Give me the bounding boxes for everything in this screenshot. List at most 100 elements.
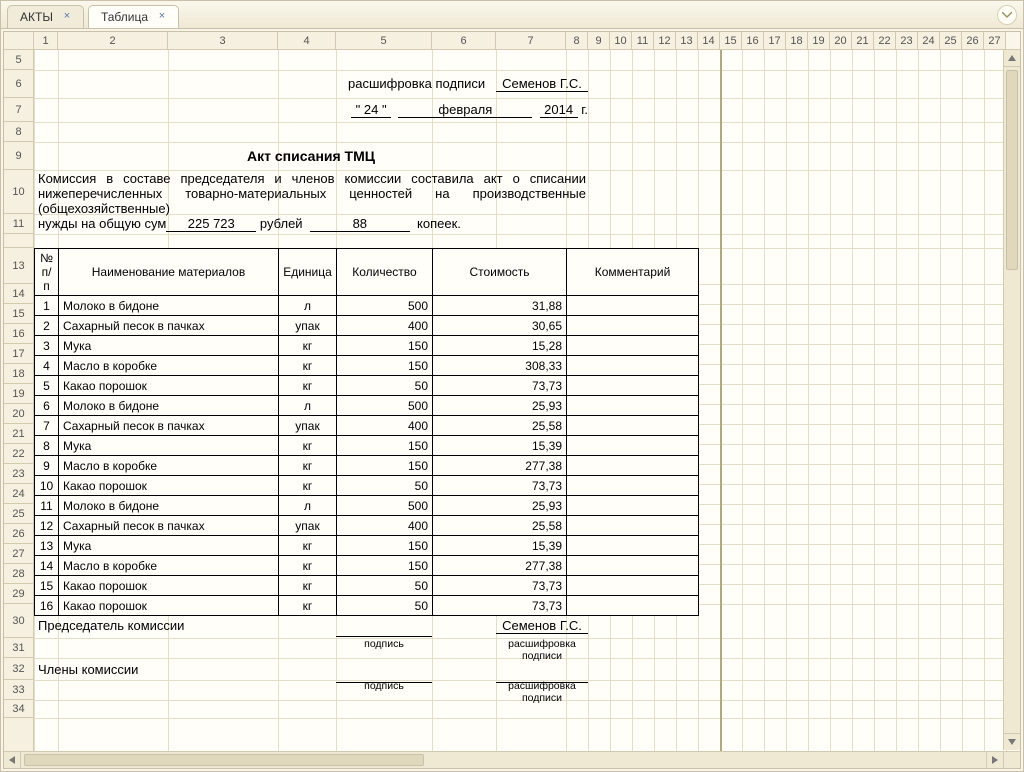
column-header[interactable]: 15 [720, 32, 742, 49]
close-icon[interactable]: × [61, 11, 73, 23]
column-header[interactable]: 16 [742, 32, 764, 49]
column-header[interactable]: 2 [58, 32, 168, 49]
column-header[interactable]: 19 [808, 32, 830, 49]
row-header[interactable]: 27 [4, 544, 33, 564]
column-header[interactable]: 5 [336, 32, 432, 49]
row-header[interactable]: 30 [4, 604, 33, 638]
row-header[interactable] [4, 234, 33, 248]
table-row[interactable]: 2Сахарный песок в пачкахупак40030,65 [35, 316, 699, 336]
row-header[interactable]: 29 [4, 584, 33, 604]
column-header[interactable]: 13 [676, 32, 698, 49]
column-header[interactable]: 27 [984, 32, 1006, 49]
table-row[interactable]: 6Молоко в бидонел50025,93 [35, 396, 699, 416]
cells-area[interactable]: расшифровка подписи Семенов Г.С." 24 " ф… [34, 50, 1020, 768]
table-row[interactable]: 10Какао порошоккг5073,73 [35, 476, 699, 496]
table-row[interactable]: 1Молоко в бидонел50031,88 [35, 296, 699, 316]
row-header[interactable]: 18 [4, 364, 33, 384]
table-row[interactable]: 7Сахарный песок в пачкахупак40025,58 [35, 416, 699, 436]
corner-cell[interactable] [4, 32, 34, 49]
column-header[interactable]: 1 [34, 32, 58, 49]
row-header[interactable]: 24 [4, 484, 33, 504]
table-row[interactable]: 16Какао порошоккг5073,73 [35, 596, 699, 616]
table-row[interactable]: 15Какао порошоккг5073,73 [35, 576, 699, 596]
vertical-scroll-thumb[interactable] [1006, 70, 1018, 270]
column-header[interactable]: 7 [496, 32, 566, 49]
column-header[interactable]: 11 [632, 32, 654, 49]
column-header[interactable]: 22 [874, 32, 896, 49]
column-header[interactable]: 9 [588, 32, 610, 49]
cell-qty: 150 [337, 356, 433, 376]
column-header[interactable]: 6 [432, 32, 496, 49]
scroll-right-button[interactable] [986, 752, 1003, 768]
dropdown-menu-button[interactable] [997, 5, 1017, 25]
cell-unit: кг [279, 576, 337, 596]
row-header[interactable]: 31 [4, 638, 33, 658]
column-header[interactable]: 12 [654, 32, 676, 49]
row-header[interactable]: 21 [4, 424, 33, 444]
row-header[interactable]: 10 [4, 170, 33, 214]
scroll-up-button[interactable] [1004, 50, 1020, 67]
row-header[interactable]: 16 [4, 324, 33, 344]
row-header[interactable]: 11 [4, 214, 33, 234]
close-icon[interactable]: × [156, 11, 168, 23]
column-header[interactable]: 3 [168, 32, 278, 49]
column-header[interactable]: 23 [896, 32, 918, 49]
column-header[interactable]: 18 [786, 32, 808, 49]
kop-label: копеек. [417, 216, 461, 231]
scroll-left-button[interactable] [4, 752, 21, 768]
horizontal-scrollbar[interactable] [4, 751, 1003, 768]
table-row[interactable]: 14Масло в коробкекг150277,38 [35, 556, 699, 576]
cell-comment [567, 356, 699, 376]
row-header[interactable]: 17 [4, 344, 33, 364]
row-header[interactable]: 15 [4, 304, 33, 324]
column-header[interactable]: 17 [764, 32, 786, 49]
column-header[interactable]: 8 [566, 32, 588, 49]
column-header[interactable]: 14 [698, 32, 720, 49]
table-row[interactable]: 12Сахарный песок в пачкахупак40025,58 [35, 516, 699, 536]
horizontal-scroll-thumb[interactable] [24, 754, 424, 766]
column-header[interactable]: 4 [278, 32, 336, 49]
row-header[interactable]: 14 [4, 284, 33, 304]
row-header[interactable]: 33 [4, 680, 33, 700]
row-header[interactable]: 9 [4, 142, 33, 170]
row-header[interactable]: 13 [4, 248, 33, 284]
row-header[interactable]: 26 [4, 524, 33, 544]
tab-tablitsa[interactable]: Таблица × [88, 5, 179, 28]
column-header[interactable]: 26 [962, 32, 984, 49]
tab-akty[interactable]: АКТЫ × [7, 5, 84, 28]
table-row[interactable]: 4Масло в коробкекг150308,33 [35, 356, 699, 376]
column-header[interactable]: 25 [940, 32, 962, 49]
row-header[interactable]: 22 [4, 444, 33, 464]
column-header[interactable]: 24 [918, 32, 940, 49]
row-header[interactable]: 34 [4, 700, 33, 718]
table-row[interactable]: 5Какао порошоккг5073,73 [35, 376, 699, 396]
row-header[interactable]: 6 [4, 70, 33, 98]
triangle-up-icon [1008, 55, 1016, 61]
scroll-down-button[interactable] [1004, 733, 1020, 750]
row-header[interactable]: 28 [4, 564, 33, 584]
row-header[interactable]: 8 [4, 122, 33, 142]
cell-name: Какао порошок [59, 596, 279, 616]
cell-num: 5 [35, 376, 59, 396]
row-header[interactable]: 25 [4, 504, 33, 524]
row-header[interactable]: 7 [4, 98, 33, 122]
table-row[interactable]: 13Мукакг15015,39 [35, 536, 699, 556]
cell-num: 1 [35, 296, 59, 316]
row-header[interactable]: 20 [4, 404, 33, 424]
column-header[interactable]: 21 [852, 32, 874, 49]
table-row[interactable]: 3Мукакг15015,28 [35, 336, 699, 356]
column-header[interactable]: 20 [830, 32, 852, 49]
column-header[interactable]: 10 [610, 32, 632, 49]
cell-unit: упак [279, 416, 337, 436]
cell-num: 6 [35, 396, 59, 416]
table-row[interactable]: 8Мукакг15015,39 [35, 436, 699, 456]
cell-num: 13 [35, 536, 59, 556]
vertical-scrollbar[interactable] [1003, 50, 1020, 750]
table-row[interactable]: 9Масло в коробкекг150277,38 [35, 456, 699, 476]
row-header[interactable]: 5 [4, 50, 33, 70]
cell-cost: 25,58 [433, 516, 567, 536]
row-header[interactable]: 32 [4, 658, 33, 680]
row-header[interactable]: 19 [4, 384, 33, 404]
row-header[interactable]: 23 [4, 464, 33, 484]
table-row[interactable]: 11Молоко в бидонел50025,93 [35, 496, 699, 516]
